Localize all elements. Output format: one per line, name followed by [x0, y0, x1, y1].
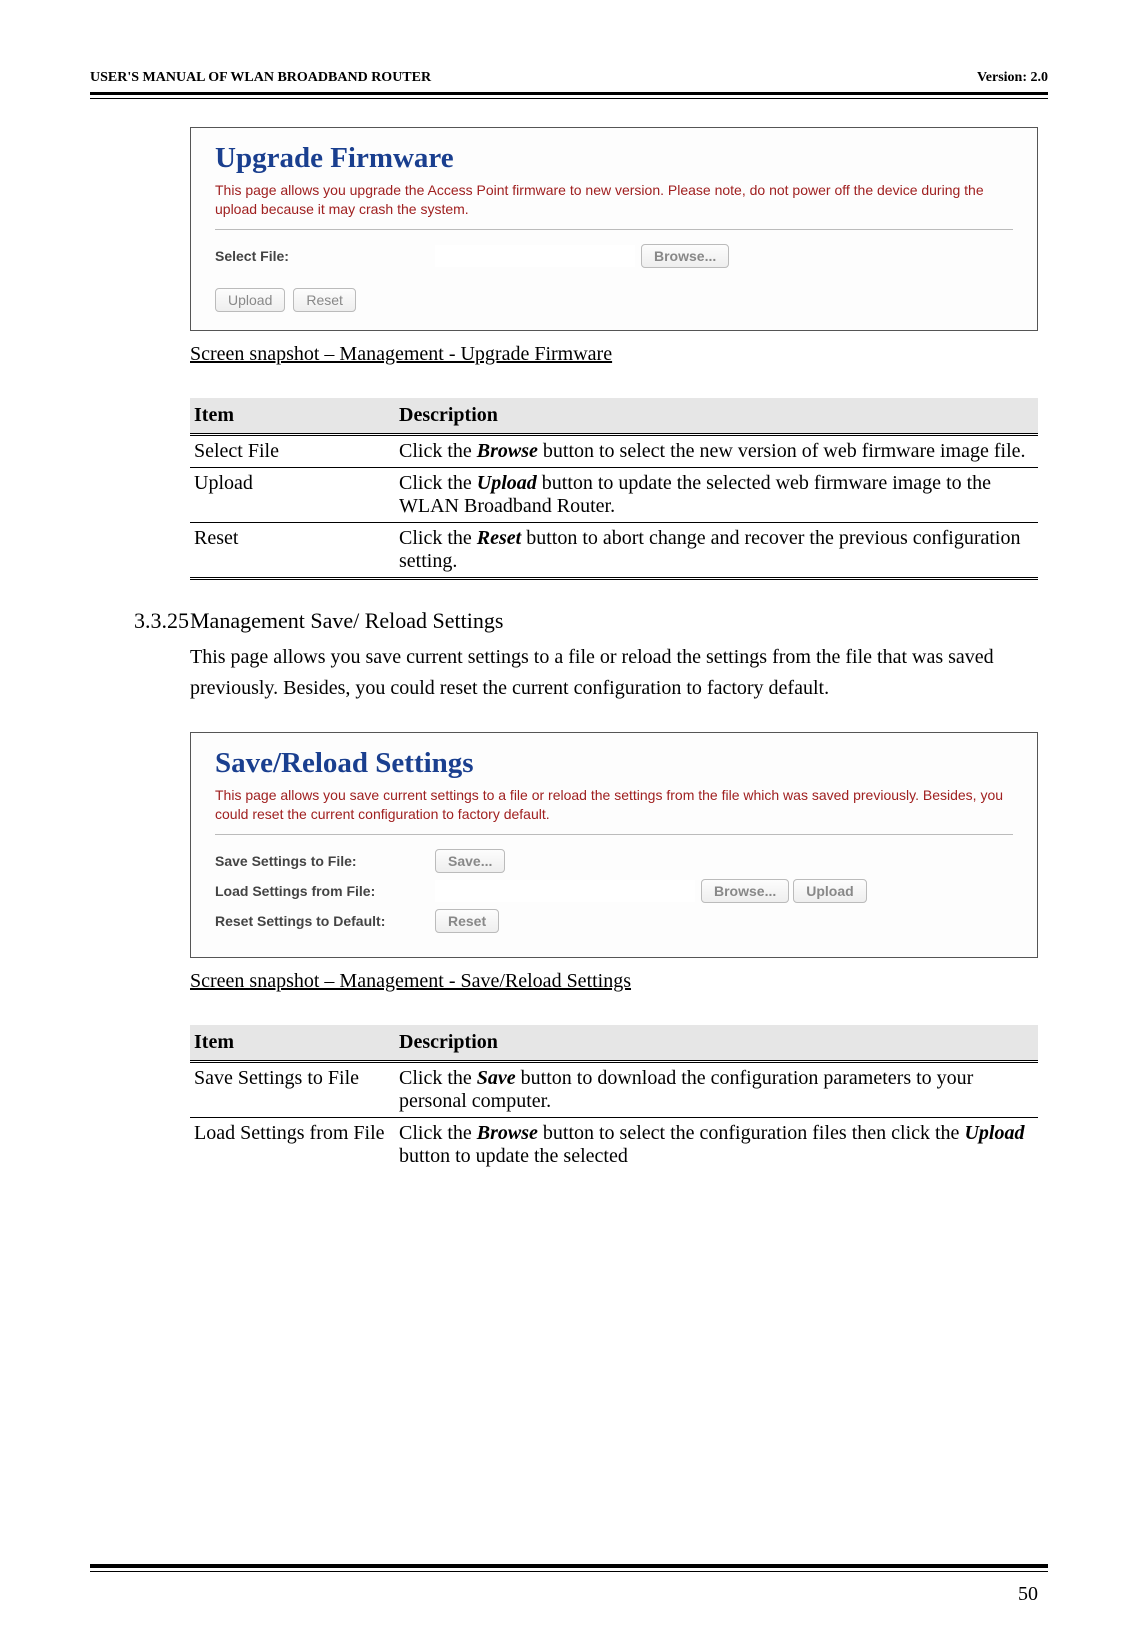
reset-button[interactable]: Reset: [435, 909, 499, 933]
reset-label: Reset Settings to Default:: [215, 913, 435, 929]
header-rule: [90, 92, 1048, 99]
col-item: Item: [190, 1025, 395, 1062]
load-label: Load Settings from File:: [215, 883, 435, 899]
section-number: 3.3.25: [134, 608, 190, 634]
section-heading: 3.3.25 Management Save/ Reload Settings: [134, 608, 1038, 634]
col-desc: Description: [395, 398, 1038, 435]
upload-button[interactable]: Upload: [215, 288, 285, 312]
panel-note: This page allows you save current settin…: [215, 786, 1013, 824]
select-file-label: Select File:: [215, 248, 435, 264]
browse-button[interactable]: Browse...: [641, 244, 729, 268]
table-row: Select File Click the Browse button to s…: [190, 434, 1038, 467]
upgrade-table: Item Description Select File Click the B…: [190, 398, 1038, 580]
footer-rule: [90, 1564, 1048, 1572]
divider: [215, 229, 1013, 230]
col-desc: Description: [395, 1025, 1038, 1062]
header-left: USER'S MANUAL OF WLAN BROADBAND ROUTER: [90, 70, 431, 86]
col-item: Item: [190, 398, 395, 435]
table-row: Save Settings to File Click the Save but…: [190, 1061, 1038, 1117]
caption-upgrade: Screen snapshot – Management - Upgrade F…: [190, 343, 1038, 366]
save-label: Save Settings to File:: [215, 853, 435, 869]
header-right: Version: 2.0: [977, 70, 1048, 86]
save-reload-panel: Save/Reload Settings This page allows yo…: [190, 732, 1038, 958]
item-cell: Load Settings from File: [190, 1117, 395, 1172]
save-row: Save Settings to File: Save...: [215, 849, 1013, 873]
caption-save-reload: Screen snapshot – Management - Save/Relo…: [190, 970, 1038, 993]
reset-button[interactable]: Reset: [293, 288, 356, 312]
desc-cell: Click the Upload button to update the se…: [395, 467, 1038, 522]
desc-cell: Click the Browse button to select the co…: [395, 1117, 1038, 1172]
item-cell: Reset: [190, 522, 395, 578]
page-header: USER'S MANUAL OF WLAN BROADBAND ROUTER V…: [90, 70, 1048, 92]
load-input[interactable]: [435, 880, 695, 902]
desc-cell: Click the Reset button to abort change a…: [395, 522, 1038, 578]
panel-title: Save/Reload Settings: [215, 747, 1013, 780]
item-cell: Select File: [190, 434, 395, 467]
item-cell: Upload: [190, 467, 395, 522]
select-file-row: Select File: Browse...: [215, 244, 1013, 268]
load-row: Load Settings from File: Browse... Uploa…: [215, 879, 1013, 903]
select-file-input[interactable]: [435, 245, 635, 267]
save-reload-table: Item Description Save Settings to File C…: [190, 1025, 1038, 1172]
divider: [215, 834, 1013, 835]
table-row: Reset Click the Reset button to abort ch…: [190, 522, 1038, 578]
page-number: 50: [1018, 1583, 1038, 1606]
table-row: Load Settings from File Click the Browse…: [190, 1117, 1038, 1172]
browse-button[interactable]: Browse...: [701, 879, 789, 903]
panel-note: This page allows you upgrade the Access …: [215, 181, 1013, 219]
upgrade-firmware-panel: Upgrade Firmware This page allows you up…: [190, 127, 1038, 331]
section-title: Management Save/ Reload Settings: [190, 608, 503, 634]
panel-title: Upgrade Firmware: [215, 142, 1013, 175]
section-body: This page allows you save current settin…: [190, 642, 1038, 704]
desc-cell: Click the Browse button to select the ne…: [395, 434, 1038, 467]
upload-button[interactable]: Upload: [793, 879, 866, 903]
desc-cell: Click the Save button to download the co…: [395, 1061, 1038, 1117]
item-cell: Save Settings to File: [190, 1061, 395, 1117]
table-row: Upload Click the Upload button to update…: [190, 467, 1038, 522]
save-button[interactable]: Save...: [435, 849, 505, 873]
reset-row: Reset Settings to Default: Reset: [215, 909, 1013, 933]
